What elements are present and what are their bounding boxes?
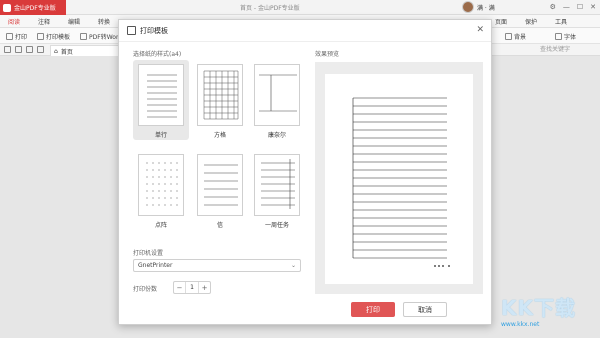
increment-button[interactable]: + [199,282,210,293]
avatar[interactable] [462,1,474,13]
menu-tab-convert[interactable]: 转换 [98,17,110,26]
app-logo-icon [3,3,11,12]
copies-label: 打印份数 [133,286,158,293]
pdf-to-word-tool[interactable]: PDF转Word [80,32,122,41]
tab-home-label: 首页 [60,48,73,56]
grid-paper-icon [197,64,243,126]
template-card-lined[interactable]: 单行 [133,60,189,140]
template-card-letter[interactable]: 信 [192,150,248,230]
redo-icon[interactable] [26,46,33,53]
print-template-tool[interactable]: 打印模板 [37,32,70,41]
close-icon[interactable]: ✕ [590,3,596,11]
template-card-grid[interactable]: 方格 [192,60,248,140]
template-label-letter: 信 [216,222,223,229]
watermark-url: www.kkx.net [501,321,540,328]
cornell-paper-icon [254,64,300,126]
save-icon[interactable] [37,46,44,53]
preview-area [315,62,483,294]
printer-setting-label: 打印机设置 [133,250,164,257]
tab-home[interactable]: ⌂ 首页 [50,45,120,56]
background-tool[interactable]: 背景 [505,32,526,41]
letter-paper-icon [197,154,243,216]
template-section-label: 选择纸的样式(a4) [133,51,182,58]
background-icon [505,33,512,40]
font-tool[interactable]: 字体 [555,32,576,41]
watermark-logo: KK下载 [501,296,576,320]
background-label: 背景 [514,34,527,41]
copies-value[interactable]: 1 [185,282,199,293]
print-tool-label: 打印 [15,34,28,41]
menu-tab-tools[interactable]: 工具 [555,17,567,26]
search-input[interactable]: 查找关键字 [540,44,570,53]
template-label-dots: 点阵 [154,222,167,229]
template-card-weekly[interactable]: 一周任务 [249,150,305,230]
printer-select[interactable]: GnetPrinter ⌄ [133,259,301,272]
user-name: 满 · 满 [477,4,495,12]
lined-paper-icon [138,64,184,126]
print-template-icon [127,26,136,35]
window-controls: ⚙ — ☐ ✕ [550,3,596,11]
chevron-down-icon: ⌄ [290,262,296,269]
menu-tab-annotate[interactable]: 注释 [38,17,50,26]
app-name: 金山PDF专业版 [14,5,56,12]
preview-section-label: 效果预览 [315,51,340,58]
home-icon: ⌂ [54,47,58,55]
template-label-lined: 单行 [154,132,167,139]
font-label: 字体 [564,34,577,41]
print-tool[interactable]: 打印 [6,32,27,41]
template-label-cornell: 康奈尔 [267,132,286,139]
menu-tab-read[interactable]: 阅读 [8,17,20,26]
minimize-icon[interactable]: — [563,3,570,11]
dialog-close-button[interactable]: ✕ [476,25,484,35]
app-menu-button[interactable]: 金山PDF专业版 [0,0,66,15]
template-icon [37,33,44,40]
document-title: 首页 - 金山PDF专业版 [240,5,300,12]
dialog-title: 打印模板 [140,26,168,35]
printer-icon [6,33,13,40]
template-card-cornell[interactable]: 康奈尔 [249,60,305,140]
convert-icon [80,33,87,40]
watermark: KK下载 www.kkx.net [501,292,576,328]
cancel-button[interactable]: 取消 [403,302,447,317]
new-icon[interactable] [4,46,11,53]
template-card-dots[interactable]: 点阵 [133,150,189,230]
maximize-icon[interactable]: ☐ [577,3,583,11]
weekly-task-icon [254,154,300,216]
print-template-dialog: 打印模板 ✕ 选择纸的样式(a4) 效果预览 单行 方格 康奈尔 点阵 信 一周… [118,19,492,325]
copies-stepper: − 1 + [173,281,211,294]
menu-tab-protect[interactable]: 保护 [525,17,537,26]
preview-paper [325,74,473,284]
title-bar: 金山PDF专业版 首页 - 金山PDF专业版 满 · 满 ⚙ — ☐ ✕ [0,0,600,15]
settings-icon[interactable]: ⚙ [550,3,556,11]
decrement-button[interactable]: − [174,282,185,293]
menu-tab-edit[interactable]: 编辑 [68,17,80,26]
dot-paper-icon [138,154,184,216]
menu-tab-page[interactable]: 页面 [495,17,507,26]
print-button[interactable]: 打印 [351,302,395,317]
template-label-grid: 方格 [213,132,226,139]
printer-select-value: GnetPrinter [138,262,173,269]
undo-icon[interactable] [15,46,22,53]
user-area[interactable]: 满 · 满 [462,1,495,13]
template-label-weekly: 一周任务 [264,222,289,229]
print-template-label: 打印模板 [46,34,71,41]
font-icon [555,33,562,40]
dialog-header: 打印模板 [119,20,491,42]
